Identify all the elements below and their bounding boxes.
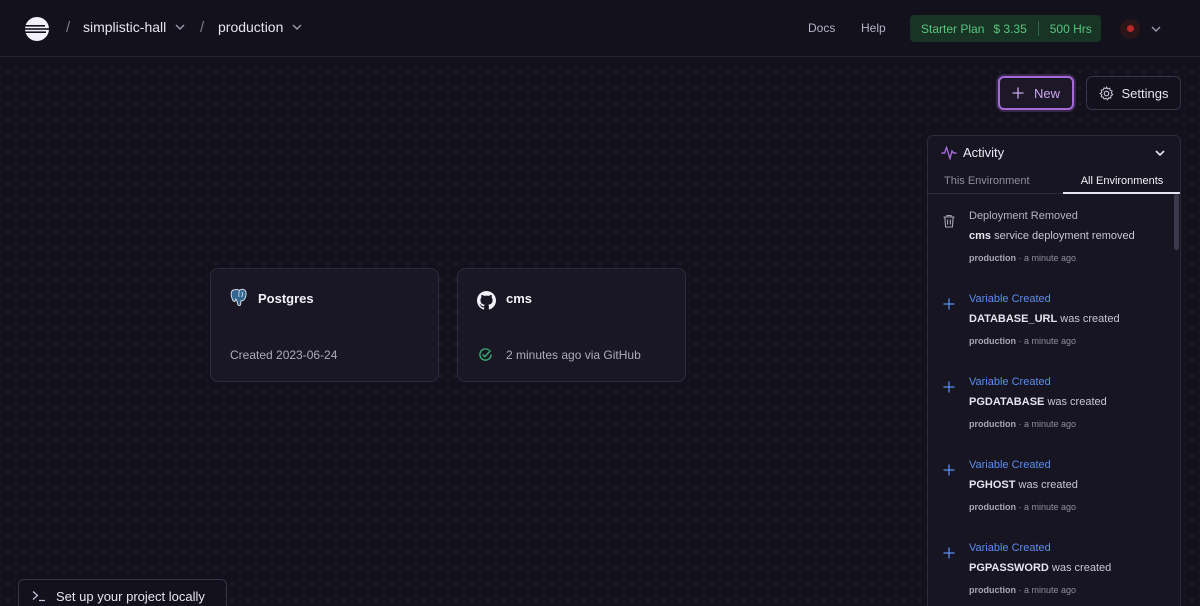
activity-item-env: production bbox=[969, 336, 1016, 346]
service-status: 2 minutes ago via GitHub bbox=[506, 348, 641, 362]
activity-item-description: PGPASSWORD was created bbox=[969, 562, 1112, 574]
plus-icon bbox=[943, 298, 955, 310]
service-card-cms[interactable]: cms 2 minutes ago via GitHub bbox=[457, 268, 686, 382]
gear-icon bbox=[1098, 85, 1113, 100]
breadcrumb-environment[interactable]: production bbox=[218, 19, 303, 35]
service-status: Created 2023-06-24 bbox=[230, 348, 338, 362]
activity-item-meta: production · a minute ago bbox=[969, 502, 1077, 512]
settings-button[interactable]: Settings bbox=[1086, 76, 1181, 110]
activity-item-env: production bbox=[969, 419, 1016, 429]
plus-icon bbox=[943, 547, 955, 559]
avatar[interactable] bbox=[1120, 19, 1140, 39]
github-icon bbox=[477, 291, 496, 310]
activity-item-title: Deployment Removed bbox=[969, 210, 1078, 222]
activity-item-meta: production · a minute ago bbox=[969, 336, 1077, 346]
new-button-label: New bbox=[1033, 85, 1060, 101]
postgres-icon bbox=[230, 288, 247, 306]
activity-item: Variable Created DATABASE_URL was create… bbox=[928, 293, 1173, 373]
activity-item-title: Variable Created bbox=[969, 459, 1051, 471]
new-button[interactable]: New bbox=[998, 76, 1074, 110]
activity-item-meta: production · a minute ago bbox=[969, 253, 1077, 263]
plan-name: Starter Plan bbox=[921, 21, 985, 36]
plan-badge[interactable]: Starter Plan $ 3.35 500 Hrs bbox=[910, 15, 1101, 42]
breadcrumb-separator: / bbox=[66, 19, 71, 36]
railway-logo-icon[interactable] bbox=[24, 16, 50, 42]
activity-scrollbar[interactable] bbox=[1174, 194, 1179, 250]
activity-item: Variable Created PGPASSWORD was created … bbox=[928, 542, 1173, 606]
service-name: Postgres bbox=[258, 291, 314, 306]
activity-title: Activity bbox=[963, 145, 1005, 160]
activity-item-description: PGHOST was created bbox=[969, 479, 1078, 491]
activity-item-subject: cms bbox=[969, 230, 992, 242]
project-name: simplistic-hall bbox=[83, 19, 167, 35]
activity-item-subject: DATABASE_URL bbox=[969, 313, 1058, 325]
check-circle-icon bbox=[479, 348, 492, 361]
chevron-down-icon bbox=[175, 24, 185, 30]
activity-item-description: cms service deployment removed bbox=[969, 230, 1135, 242]
activity-item-title: Variable Created bbox=[969, 376, 1051, 388]
docs-link[interactable]: Docs bbox=[808, 21, 835, 35]
help-link[interactable]: Help bbox=[861, 21, 886, 35]
activity-item-description: DATABASE_URL was created bbox=[969, 313, 1120, 325]
environment-name: production bbox=[218, 19, 284, 35]
activity-item-env: production bbox=[969, 585, 1016, 595]
activity-item-meta: production · a minute ago bbox=[969, 585, 1077, 595]
chevron-down-icon[interactable] bbox=[1150, 23, 1162, 35]
activity-item-subject: PGPASSWORD bbox=[969, 562, 1049, 574]
activity-panel: Activity This Environment All Environmen… bbox=[927, 135, 1181, 606]
activity-item-subject: PGDATABASE bbox=[969, 396, 1045, 408]
activity-item: Deployment Removed cms service deploymen… bbox=[928, 210, 1173, 290]
activity-item-subject: PGHOST bbox=[969, 479, 1016, 491]
setup-locally-button[interactable]: Set up your project locally bbox=[18, 579, 227, 606]
chevron-down-icon bbox=[292, 24, 302, 30]
setup-locally-label: Set up your project locally bbox=[56, 588, 205, 604]
activity-pulse-icon bbox=[941, 146, 957, 160]
top-bar: / simplistic-hall / production Docs Help… bbox=[0, 0, 1200, 57]
plus-icon bbox=[943, 464, 955, 476]
activity-item-env: production bbox=[969, 253, 1016, 263]
trash-icon bbox=[943, 214, 955, 228]
plus-icon bbox=[1012, 87, 1024, 99]
tab-all-environments[interactable]: All Environments bbox=[1063, 170, 1180, 194]
service-name: cms bbox=[506, 291, 533, 306]
activity-item-title: Variable Created bbox=[969, 293, 1051, 305]
activity-item-title: Variable Created bbox=[969, 542, 1051, 554]
breadcrumb-separator: / bbox=[200, 19, 205, 36]
service-card-postgres[interactable]: Postgres Created 2023-06-24 bbox=[210, 268, 439, 382]
plan-hours: 500 Hrs bbox=[1049, 21, 1092, 36]
breadcrumb-project[interactable]: simplistic-hall bbox=[83, 19, 186, 35]
chevron-down-icon[interactable] bbox=[1154, 147, 1166, 159]
activity-item-meta: production · a minute ago bbox=[969, 419, 1077, 429]
plan-credit: $ 3.35 bbox=[993, 21, 1027, 36]
activity-item: Variable Created PGDATABASE was created … bbox=[928, 376, 1173, 456]
terminal-icon bbox=[32, 591, 45, 602]
activity-panel-header[interactable]: Activity bbox=[928, 136, 1180, 168]
activity-item-env: production bbox=[969, 502, 1016, 512]
plus-icon bbox=[943, 381, 955, 393]
plan-divider bbox=[1037, 21, 1039, 36]
activity-item-description: PGDATABASE was created bbox=[969, 396, 1107, 408]
activity-item: Variable Created PGHOST was created prod… bbox=[928, 459, 1173, 539]
tab-this-environment[interactable]: This Environment bbox=[944, 175, 1030, 187]
settings-button-label: Settings bbox=[1121, 85, 1169, 101]
activity-tabs: This Environment All Environments bbox=[928, 170, 1180, 194]
